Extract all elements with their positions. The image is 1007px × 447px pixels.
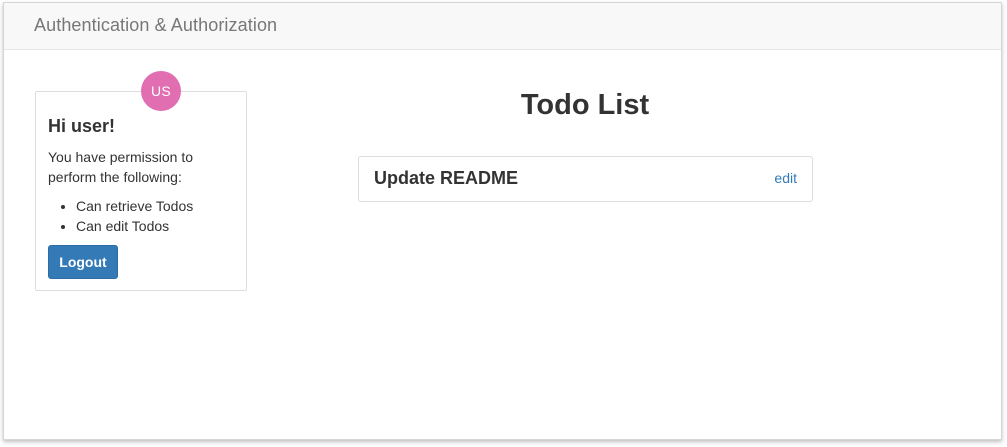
permission-list: Can retrieve Todos Can edit Todos bbox=[76, 196, 241, 236]
logout-button[interactable]: Logout bbox=[48, 245, 118, 279]
page-title: Todo List bbox=[520, 89, 650, 121]
permission-description: You have permission to perform the follo… bbox=[48, 149, 194, 185]
todo-item-title: Update README bbox=[374, 168, 519, 188]
navbar-brand[interactable]: Authentication & Authorization bbox=[34, 15, 277, 36]
avatar: US bbox=[141, 71, 181, 111]
permission-item: Can edit Todos bbox=[76, 216, 241, 236]
todo-edit-link[interactable]: edit bbox=[774, 170, 797, 186]
navbar: Authentication & Authorization bbox=[4, 3, 1001, 50]
todo-item: Update README edit bbox=[358, 156, 813, 202]
permission-item: Can retrieve Todos bbox=[76, 196, 241, 216]
greeting-heading: Hi user! bbox=[48, 116, 116, 136]
app-window: Authentication & Authorization US Hi use… bbox=[3, 2, 1002, 440]
user-panel: US Hi user! You have permission to perfo… bbox=[35, 71, 247, 291]
